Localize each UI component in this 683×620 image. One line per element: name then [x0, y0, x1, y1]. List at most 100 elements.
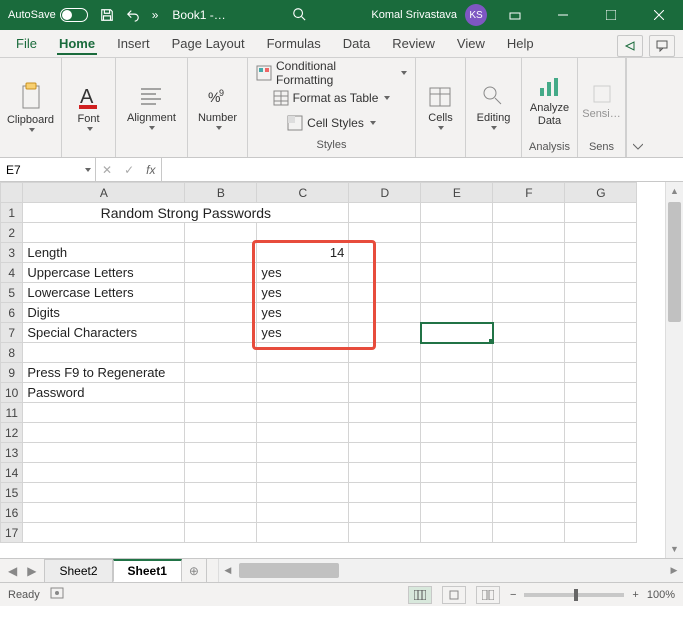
minimize-icon[interactable] — [543, 0, 583, 30]
ribbon-options-icon[interactable] — [495, 0, 535, 30]
col-header-A[interactable]: A — [23, 183, 185, 203]
cell-value[interactable]: yes — [257, 283, 349, 303]
number-button[interactable]: %9 Number — [198, 62, 237, 151]
add-sheet-icon[interactable]: ⊕ — [182, 559, 206, 582]
fx-icon[interactable]: fx — [146, 163, 155, 177]
scroll-up-icon[interactable]: ▲ — [666, 182, 683, 200]
row-header[interactable]: 7 — [1, 323, 23, 343]
row-header[interactable]: 1 — [1, 203, 23, 223]
font-button[interactable]: A Font — [76, 62, 102, 151]
cell-title[interactable]: Random Strong Passwords — [23, 203, 349, 223]
formula-bar: E7 ✕ ✓ fx — [0, 158, 683, 182]
horizontal-scrollbar[interactable]: ◀ ▶ — [218, 559, 683, 582]
row-header[interactable]: 12 — [1, 423, 23, 443]
cell-styles-button[interactable]: Cell Styles — [287, 112, 376, 134]
col-header-D[interactable]: D — [349, 183, 421, 203]
maximize-icon[interactable] — [591, 0, 631, 30]
save-icon[interactable] — [100, 8, 114, 22]
active-cell[interactable] — [421, 323, 493, 343]
cancel-formula-icon[interactable]: ✕ — [102, 163, 112, 177]
zoom-level[interactable]: 100% — [647, 589, 675, 601]
cell-label[interactable]: Uppercase Letters — [23, 263, 185, 283]
scrollbar-thumb[interactable] — [668, 202, 681, 322]
row-header[interactable]: 6 — [1, 303, 23, 323]
row-header[interactable]: 14 — [1, 463, 23, 483]
vertical-scrollbar[interactable]: ▲ ▼ — [665, 182, 683, 558]
format-as-table-button[interactable]: Format as Table — [273, 87, 391, 109]
alignment-button[interactable]: Alignment — [127, 62, 176, 151]
undo-icon[interactable] — [126, 8, 140, 22]
row-header[interactable]: 9 — [1, 363, 23, 383]
formula-input[interactable] — [162, 158, 683, 181]
select-all-corner[interactable] — [1, 183, 23, 203]
sheet-nav-prev-icon[interactable]: ◀ — [8, 564, 17, 578]
analyze-data-button[interactable]: Analyze Data — [528, 62, 571, 139]
sensitivity-button[interactable]: Sensi… — [582, 62, 621, 139]
cell-label[interactable]: Password — [23, 383, 185, 403]
scroll-down-icon[interactable]: ▼ — [666, 540, 683, 558]
name-box[interactable]: E7 — [0, 158, 96, 181]
row-header[interactable]: 11 — [1, 403, 23, 423]
macro-record-icon[interactable] — [50, 587, 64, 602]
row-header[interactable]: 10 — [1, 383, 23, 403]
zoom-in-icon[interactable]: + — [632, 589, 638, 601]
cell-value[interactable]: 14 — [257, 243, 349, 263]
tab-page-layout[interactable]: Page Layout — [162, 32, 255, 57]
col-header-F[interactable]: F — [493, 183, 565, 203]
cell-label[interactable]: Length — [23, 243, 185, 263]
spreadsheet-grid[interactable]: A B C D E F G 1Random Strong Passwords 2… — [0, 182, 683, 558]
tab-insert[interactable]: Insert — [107, 32, 160, 57]
collapse-ribbon-icon[interactable] — [626, 58, 648, 157]
cells-button[interactable]: Cells — [428, 62, 452, 151]
cell-value[interactable]: yes — [257, 263, 349, 283]
cell-label[interactable]: Digits — [23, 303, 185, 323]
zoom-out-icon[interactable]: − — [510, 589, 516, 601]
scroll-left-icon[interactable]: ◀ — [219, 559, 237, 582]
row-header[interactable]: 2 — [1, 223, 23, 243]
view-normal-icon[interactable] — [408, 586, 432, 604]
col-header-G[interactable]: G — [565, 183, 637, 203]
sheet-tab[interactable]: Sheet2 — [44, 559, 112, 582]
editing-button[interactable]: Editing — [477, 62, 511, 151]
share-icon[interactable] — [617, 35, 643, 57]
row-header[interactable]: 5 — [1, 283, 23, 303]
view-page-break-icon[interactable] — [476, 586, 500, 604]
comments-icon[interactable] — [649, 35, 675, 57]
col-header-C[interactable]: C — [257, 183, 349, 203]
row-header[interactable]: 8 — [1, 343, 23, 363]
cell-label[interactable]: Press F9 to Regenerate — [23, 363, 185, 383]
close-icon[interactable] — [639, 0, 679, 30]
conditional-formatting-button[interactable]: Conditional Formatting — [256, 62, 407, 84]
tab-help[interactable]: Help — [497, 32, 544, 57]
cell-value[interactable]: yes — [257, 303, 349, 323]
cell-label[interactable]: Lowercase Letters — [23, 283, 185, 303]
row-header[interactable]: 16 — [1, 503, 23, 523]
tab-review[interactable]: Review — [382, 32, 445, 57]
tab-file[interactable]: File — [6, 32, 47, 57]
tab-data[interactable]: Data — [333, 32, 380, 57]
row-header[interactable]: 4 — [1, 263, 23, 283]
autosave-toggle[interactable]: AutoSave — [8, 8, 88, 22]
search-icon[interactable] — [292, 7, 306, 24]
row-header[interactable]: 17 — [1, 523, 23, 543]
more-icon[interactable]: » — [152, 8, 159, 22]
enter-formula-icon[interactable]: ✓ — [124, 163, 134, 177]
tab-formulas[interactable]: Formulas — [257, 32, 331, 57]
tab-view[interactable]: View — [447, 32, 495, 57]
avatar[interactable]: KS — [465, 4, 487, 26]
zoom-slider[interactable] — [524, 593, 624, 597]
scrollbar-thumb[interactable] — [239, 563, 339, 578]
col-header-B[interactable]: B — [185, 183, 257, 203]
cell-value[interactable]: yes — [257, 323, 349, 343]
view-page-layout-icon[interactable] — [442, 586, 466, 604]
scroll-right-icon[interactable]: ▶ — [665, 559, 683, 582]
cell-label[interactable]: Special Characters — [23, 323, 185, 343]
clipboard-button[interactable]: Clipboard — [7, 62, 54, 151]
col-header-E[interactable]: E — [421, 183, 493, 203]
tab-home[interactable]: Home — [49, 32, 105, 57]
row-header[interactable]: 13 — [1, 443, 23, 463]
sheet-nav-next-icon[interactable]: ▶ — [27, 564, 36, 578]
row-header[interactable]: 15 — [1, 483, 23, 503]
row-header[interactable]: 3 — [1, 243, 23, 263]
sheet-tab-active[interactable]: Sheet1 — [113, 559, 182, 582]
